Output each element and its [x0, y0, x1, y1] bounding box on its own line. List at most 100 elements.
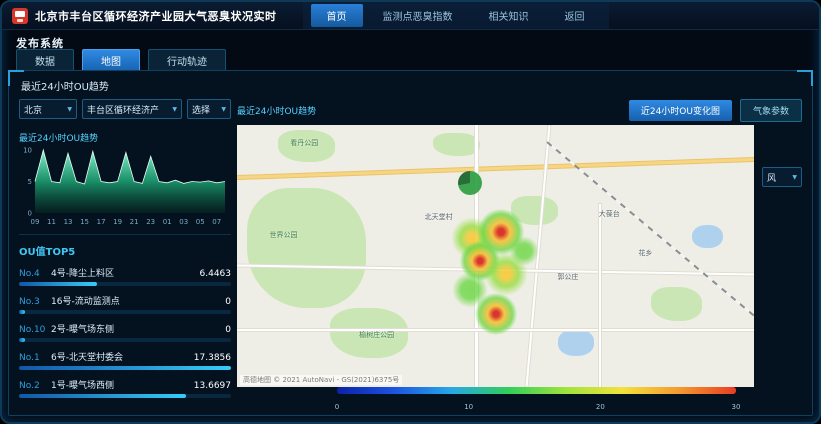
top5-rank: No.2: [19, 381, 51, 391]
layer-select[interactable]: 风 ▼: [762, 167, 802, 187]
top5-bar-fill: [19, 310, 25, 314]
park-select-value: 丰台区循环经济产: [87, 103, 169, 116]
top5-row-line: No.21号-曝气场西侧13.6697: [19, 378, 231, 391]
chevron-down-icon: ▼: [172, 106, 177, 113]
svg-text:21: 21: [130, 218, 139, 226]
view-tabs: 数据地图行动轨迹: [16, 49, 226, 72]
map-park-area: [433, 133, 480, 157]
filter-row: 北京 ▼ 丰台区循环经济产 ▼ 选择 ▼: [19, 99, 231, 119]
map-header: 最近24小时OU趋势 近24小时OU变化图气象参数: [237, 99, 802, 121]
top5-bar-track: [19, 282, 231, 286]
view-tab[interactable]: 数据: [16, 49, 74, 72]
map-park-area: [247, 188, 366, 309]
city-select[interactable]: 北京 ▼: [19, 99, 77, 119]
map-place-label: 大葆台: [599, 209, 620, 219]
top5-title: OU值TOP5: [19, 234, 231, 258]
view-tab[interactable]: 行动轨迹: [148, 49, 226, 72]
svg-text:23: 23: [146, 218, 155, 226]
svg-text:5: 5: [28, 178, 32, 186]
top5-name: 2号-曝气场东侧: [51, 322, 219, 335]
chart-title: 最近24小时OU趋势: [19, 131, 231, 144]
svg-text:07: 07: [212, 218, 221, 226]
svg-text:10: 10: [23, 147, 32, 155]
legend-tick-label: 10: [464, 403, 473, 411]
map-place-label: 世界公园: [270, 230, 298, 240]
top5-bar-track: [19, 366, 231, 370]
svg-text:17: 17: [97, 218, 106, 226]
nav-item[interactable]: 返回: [549, 4, 601, 27]
svg-text:03: 03: [179, 218, 188, 226]
nav-item[interactable]: 监测点恶臭指数: [367, 4, 469, 27]
view-tab[interactable]: 地图: [82, 49, 140, 72]
top-nav: 首页监测点恶臭指数相关知识返回: [303, 2, 609, 29]
top5-value: 0: [225, 297, 231, 307]
app-title: 北京市丰台区循环经济产业园大气恶臭状况实时: [35, 8, 277, 24]
heatmap-point: [475, 293, 517, 335]
map-attribution: 高德地图 © 2021 AutoNavi - GS(2021)6375号: [240, 375, 402, 385]
top5-bar-fill: [19, 394, 186, 398]
svg-text:13: 13: [64, 218, 73, 226]
top5-list: No.44号-降尘上料区6.4463No.316号-流动监测点0No.102号-…: [19, 266, 231, 398]
main-panel: 最近24小时OU趋势 北京 ▼ 丰台区循环经济产 ▼ 选择 ▼ 最近24小时OU…: [8, 70, 813, 416]
weather-params-button[interactable]: 气象参数: [740, 99, 802, 122]
top5-row-line: No.316号-流动监测点 0: [19, 294, 231, 307]
app-window: 北京市丰台区循环经济产业园大气恶臭状况实时 首页监测点恶臭指数相关知识返回 发布…: [0, 0, 821, 424]
app-logo-icon: [12, 8, 28, 24]
map-title: 最近24小时OU趋势: [237, 104, 621, 117]
city-select-value: 北京: [24, 103, 64, 116]
svg-text:15: 15: [80, 218, 89, 226]
map-place-label: 榆树庄公园: [359, 330, 394, 340]
map-canvas[interactable]: 高德地图 © 2021 AutoNavi - GS(2021)6375号 看丹公…: [237, 125, 754, 387]
site-select-value: 选择: [192, 103, 218, 116]
left-column: 北京 ▼ 丰台区循环经济产 ▼ 选择 ▼ 最近24小时OU趋势: [19, 99, 231, 407]
top5-value: 17.3856: [194, 353, 231, 363]
chevron-down-icon: ▼: [67, 106, 72, 113]
map-place-label: 北天堂村: [425, 212, 453, 222]
map-place-label: 花乡: [638, 248, 652, 258]
map-park-area: [651, 287, 703, 321]
map-water-area: [692, 225, 723, 249]
nav-item[interactable]: 首页: [311, 4, 363, 27]
right-column: 最近24小时OU趋势 近24小时OU变化图气象参数: [237, 99, 802, 407]
map-place-label: 郭公庄: [557, 272, 578, 282]
top5-row-line: No.44号-降尘上料区 6.4463: [19, 266, 231, 279]
pie-marker: [458, 171, 482, 195]
top5-row-line: No.16号-北天堂村委会 17.3856: [19, 350, 231, 363]
map-water-area: [558, 329, 594, 355]
panel-title: 最近24小时OU趋势: [21, 78, 109, 93]
top5-rank: No.4: [19, 269, 51, 279]
top5-rank: No.3: [19, 297, 51, 307]
top5-row: No.44号-降尘上料区 6.4463: [19, 266, 231, 286]
top5-bar-fill: [19, 338, 25, 342]
top5-bar-track: [19, 338, 231, 342]
layer-select-value: 风: [767, 171, 789, 184]
top5-row: No.16号-北天堂村委会 17.3856: [19, 350, 231, 370]
legend-tick-label: 20: [596, 403, 605, 411]
top5-row-line: No.102号-曝气场东侧 0: [19, 322, 231, 335]
site-select[interactable]: 选择 ▼: [187, 99, 231, 119]
park-select[interactable]: 丰台区循环经济产 ▼: [82, 99, 182, 119]
legend-tick-label: 0: [335, 403, 339, 411]
ou-change-chart-button[interactable]: 近24小时OU变化图: [629, 100, 732, 121]
nav-item[interactable]: 相关知识: [473, 4, 545, 27]
svg-text:01: 01: [163, 218, 172, 226]
legend-gradient-bar: [337, 387, 736, 394]
top5-value: 0: [225, 325, 231, 335]
top5-row: No.102号-曝气场东侧 0: [19, 322, 231, 342]
top5-row: No.316号-流动监测点 0: [19, 294, 231, 314]
top5-bar-fill: [19, 366, 231, 370]
top5-value: 6.4463: [200, 269, 232, 279]
top5-bar-track: [19, 394, 231, 398]
top5-name: 16号-流动监测点: [51, 294, 219, 307]
top5-rank: No.10: [19, 325, 51, 335]
svg-text:09: 09: [31, 218, 40, 226]
top5-bar-track: [19, 310, 231, 314]
top5-name: 4号-降尘上料区: [51, 266, 194, 279]
legend-tick-label: 30: [732, 403, 741, 411]
svg-text:05: 05: [196, 218, 205, 226]
chevron-down-icon: ▼: [792, 174, 797, 181]
map-place-label: 看丹公园: [290, 138, 318, 148]
top5-row: No.21号-曝气场西侧13.6697: [19, 378, 231, 398]
top5-rank: No.1: [19, 353, 51, 363]
top5-name: 6号-北天堂村委会: [51, 350, 188, 363]
